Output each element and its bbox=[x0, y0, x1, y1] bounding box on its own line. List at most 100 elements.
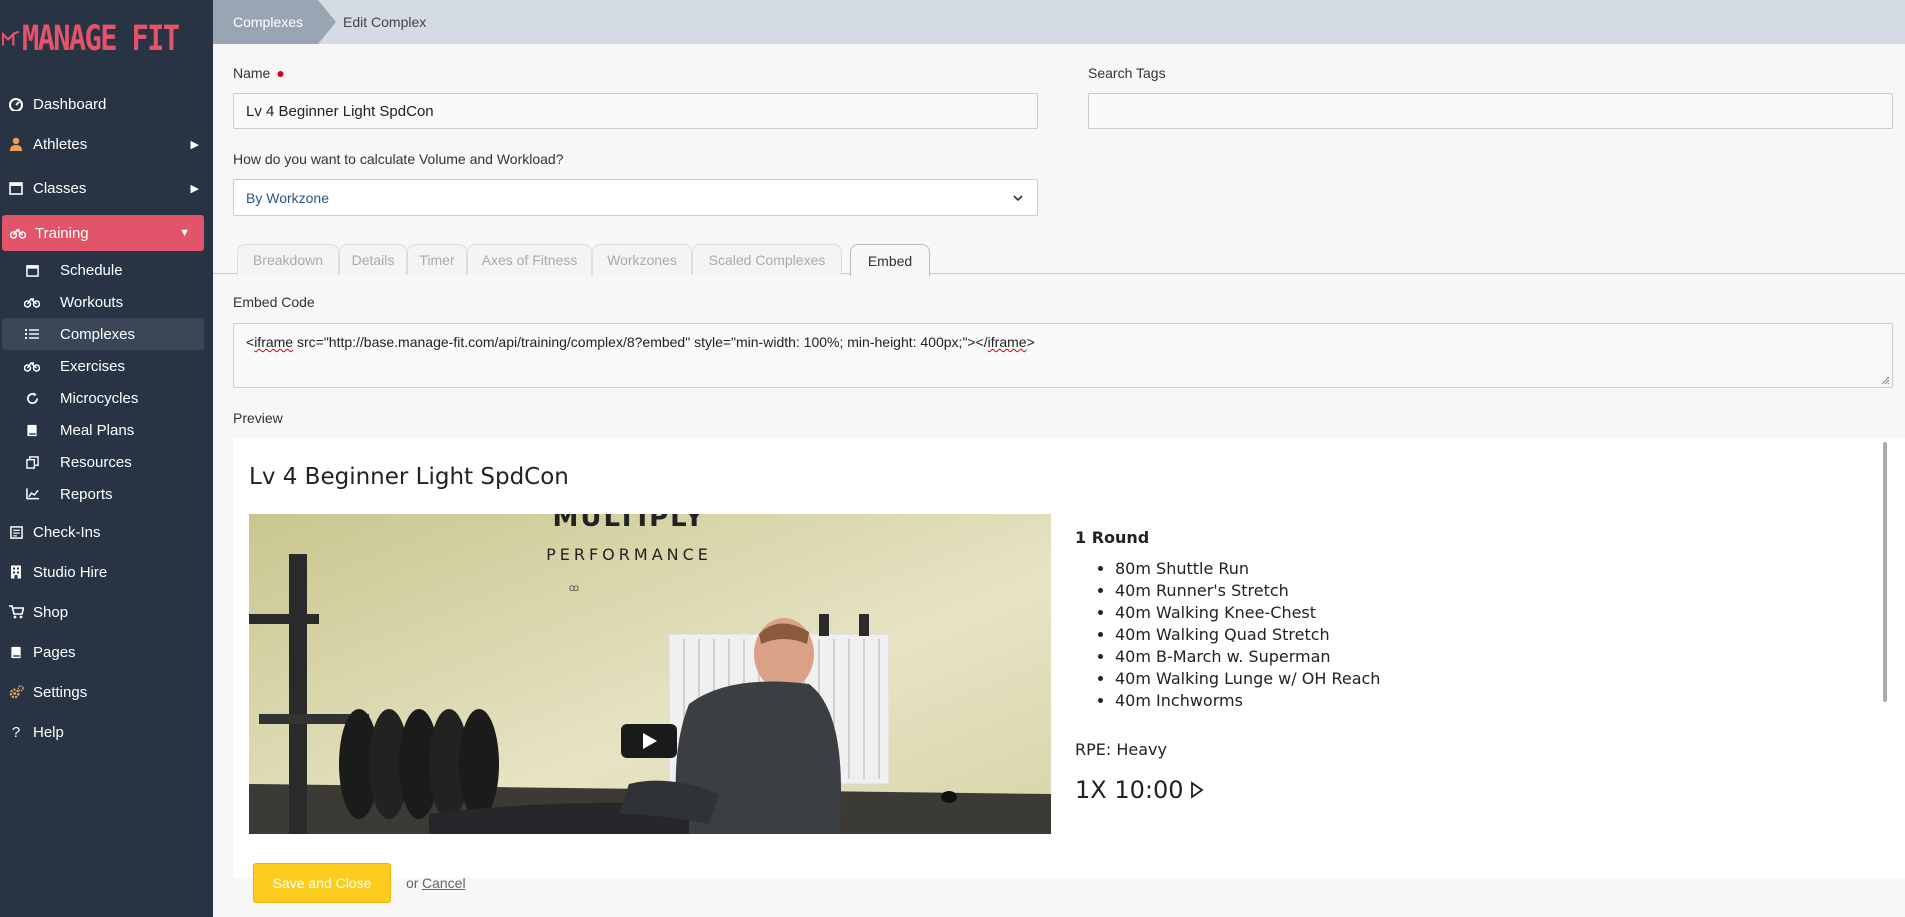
chevron-right-icon: ▶ bbox=[190, 138, 199, 151]
embed-code-word-iframe: iframe bbox=[254, 334, 294, 350]
tab-breakdown[interactable]: Breakdown bbox=[237, 244, 339, 275]
list-item: 40m Walking Knee-Chest bbox=[1115, 602, 1380, 624]
subnav-workouts-label: Workouts bbox=[60, 293, 124, 311]
nav-help-label: Help bbox=[33, 723, 64, 741]
gear-icon bbox=[8, 684, 24, 700]
subnav-schedule-label: Schedule bbox=[60, 261, 123, 279]
nav-classes[interactable]: Classes ▶ bbox=[0, 170, 213, 206]
copy-icon bbox=[24, 454, 40, 470]
calendar-icon bbox=[8, 180, 24, 196]
cart-icon bbox=[8, 604, 24, 620]
save-and-close-button[interactable]: Save and Close bbox=[253, 863, 391, 903]
nav-athletes[interactable]: Athletes ▶ bbox=[0, 126, 213, 162]
sidebar: MANAGE FIT Dashboard Athletes ▶ Classes … bbox=[0, 0, 213, 917]
embed-code-pre: < bbox=[246, 334, 255, 350]
nav-studio-hire-label: Studio Hire bbox=[33, 563, 108, 581]
nav-athletes-label: Athletes bbox=[33, 135, 88, 153]
nav-dashboard[interactable]: Dashboard bbox=[0, 86, 213, 122]
subnav-complexes[interactable]: Complexes bbox=[2, 318, 204, 350]
subnav-reports-label: Reports bbox=[60, 485, 113, 503]
subnav-meal-plans[interactable]: Meal Plans bbox=[0, 414, 213, 446]
nav-check-ins-label: Check-Ins bbox=[33, 523, 101, 541]
video-thumbnail: MULTIPLY PERFORMANCE ꝏ bbox=[249, 514, 1051, 834]
timer-display: 1X 10:00 bbox=[1075, 776, 1204, 804]
tab-timer[interactable]: Timer bbox=[407, 244, 467, 275]
nav-settings-label: Settings bbox=[33, 683, 88, 701]
dashboard-icon bbox=[8, 96, 24, 112]
video-wall-text-2: PERFORMANCE bbox=[546, 545, 712, 564]
nav-training[interactable]: Training ▼ bbox=[2, 215, 204, 251]
subnav-microcycles-label: Microcycles bbox=[60, 389, 139, 407]
embed-code-word-iframe-close: iframe bbox=[987, 334, 1027, 350]
preview-label: Preview bbox=[233, 410, 283, 426]
logo-mark-icon bbox=[2, 30, 20, 46]
nav-studio-hire[interactable]: Studio Hire bbox=[0, 554, 213, 590]
round-title: 1 Round bbox=[1075, 528, 1150, 547]
tab-axes-of-fitness[interactable]: Axes of Fitness bbox=[467, 244, 592, 275]
search-tags-input[interactable] bbox=[1088, 93, 1893, 129]
name-label: Name ● bbox=[233, 65, 285, 81]
video-player[interactable]: MULTIPLY PERFORMANCE ꝏ bbox=[249, 514, 1051, 834]
search-tags-label: Search Tags bbox=[1088, 65, 1166, 81]
embed-code-label: Embed Code bbox=[233, 294, 315, 310]
chart-icon bbox=[24, 486, 40, 502]
subnav-complexes-label: Complexes bbox=[60, 325, 136, 343]
resize-handle-icon[interactable] bbox=[1880, 375, 1890, 385]
breadcrumb-complexes[interactable]: Complexes bbox=[213, 0, 336, 44]
nav-training-label: Training bbox=[35, 224, 89, 242]
name-label-text: Name bbox=[233, 65, 271, 81]
breadcrumb: Complexes Edit Complex bbox=[213, 0, 1905, 44]
subnav-exercises[interactable]: Exercises bbox=[0, 350, 213, 382]
calc-label: How do you want to calculate Volume and … bbox=[233, 151, 564, 167]
nav-shop-label: Shop bbox=[33, 603, 69, 621]
or-text: or bbox=[406, 875, 419, 891]
logo[interactable]: MANAGE FIT bbox=[0, 14, 213, 64]
tab-details[interactable]: Details bbox=[339, 244, 407, 275]
tab-workzones[interactable]: Workzones bbox=[592, 244, 692, 275]
calc-select-value: By Workzone bbox=[246, 189, 329, 206]
nav-pages[interactable]: Pages bbox=[0, 634, 213, 670]
list-item: 40m B-March w. Superman bbox=[1115, 646, 1380, 668]
chevron-down-icon: ▼ bbox=[179, 227, 190, 239]
subnav-meal-plans-label: Meal Plans bbox=[60, 421, 135, 439]
rpe-text: RPE: Heavy bbox=[1075, 740, 1167, 759]
list-item: 80m Shuttle Run bbox=[1115, 558, 1380, 580]
play-icon[interactable] bbox=[621, 724, 677, 758]
book-icon bbox=[24, 422, 40, 438]
book-icon bbox=[8, 644, 24, 660]
nav-settings[interactable]: Settings bbox=[0, 674, 213, 710]
refresh-icon bbox=[24, 390, 40, 406]
calc-select[interactable]: By Workzone bbox=[233, 179, 1038, 216]
subnav-workouts[interactable]: Workouts bbox=[0, 286, 213, 318]
nav-dashboard-label: Dashboard bbox=[33, 95, 107, 113]
subnav-microcycles[interactable]: Microcycles bbox=[0, 382, 213, 414]
list-icon bbox=[24, 326, 40, 342]
tab-embed[interactable]: Embed bbox=[850, 244, 930, 276]
timer-text: 1X 10:00 bbox=[1075, 776, 1184, 804]
subnav-schedule[interactable]: Schedule bbox=[0, 254, 213, 286]
name-input-value: Lv 4 Beginner Light SpdCon bbox=[246, 102, 434, 120]
logo-text: MANAGE FIT bbox=[22, 19, 180, 59]
embed-code-post: > bbox=[1026, 334, 1035, 350]
embed-code-textarea[interactable]: <iframe src="http://base.manage-fit.com/… bbox=[233, 323, 1893, 388]
preview-scrollbar[interactable] bbox=[1883, 442, 1887, 702]
list-item: 40m Walking Quad Stretch bbox=[1115, 624, 1380, 646]
chevron-right-icon: ▶ bbox=[190, 182, 199, 195]
list-item: 40m Inchworms bbox=[1115, 690, 1380, 712]
tab-scaled-complexes[interactable]: Scaled Complexes bbox=[692, 244, 842, 275]
nav-classes-label: Classes bbox=[33, 179, 87, 197]
play-outline-icon[interactable] bbox=[1190, 781, 1204, 799]
calendar-icon bbox=[24, 262, 40, 278]
bicycle-icon bbox=[24, 294, 40, 310]
nav-check-ins[interactable]: Check-Ins bbox=[0, 514, 213, 550]
cancel-link[interactable]: Cancel bbox=[422, 875, 466, 891]
list-item: 40m Walking Lunge w/ OH Reach bbox=[1115, 668, 1380, 690]
preview-frame: Lv 4 Beginner Light SpdCon MULTIPLY PERF… bbox=[233, 438, 1905, 878]
nav-shop[interactable]: Shop bbox=[0, 594, 213, 630]
main-content: Name ● Lv 4 Beginner Light SpdCon Search … bbox=[213, 44, 1905, 917]
subnav-resources[interactable]: Resources bbox=[0, 446, 213, 478]
subnav-exercises-label: Exercises bbox=[60, 357, 126, 375]
nav-help[interactable]: ? Help bbox=[0, 714, 213, 750]
subnav-reports[interactable]: Reports bbox=[0, 478, 213, 510]
name-input[interactable]: Lv 4 Beginner Light SpdCon bbox=[233, 93, 1038, 129]
